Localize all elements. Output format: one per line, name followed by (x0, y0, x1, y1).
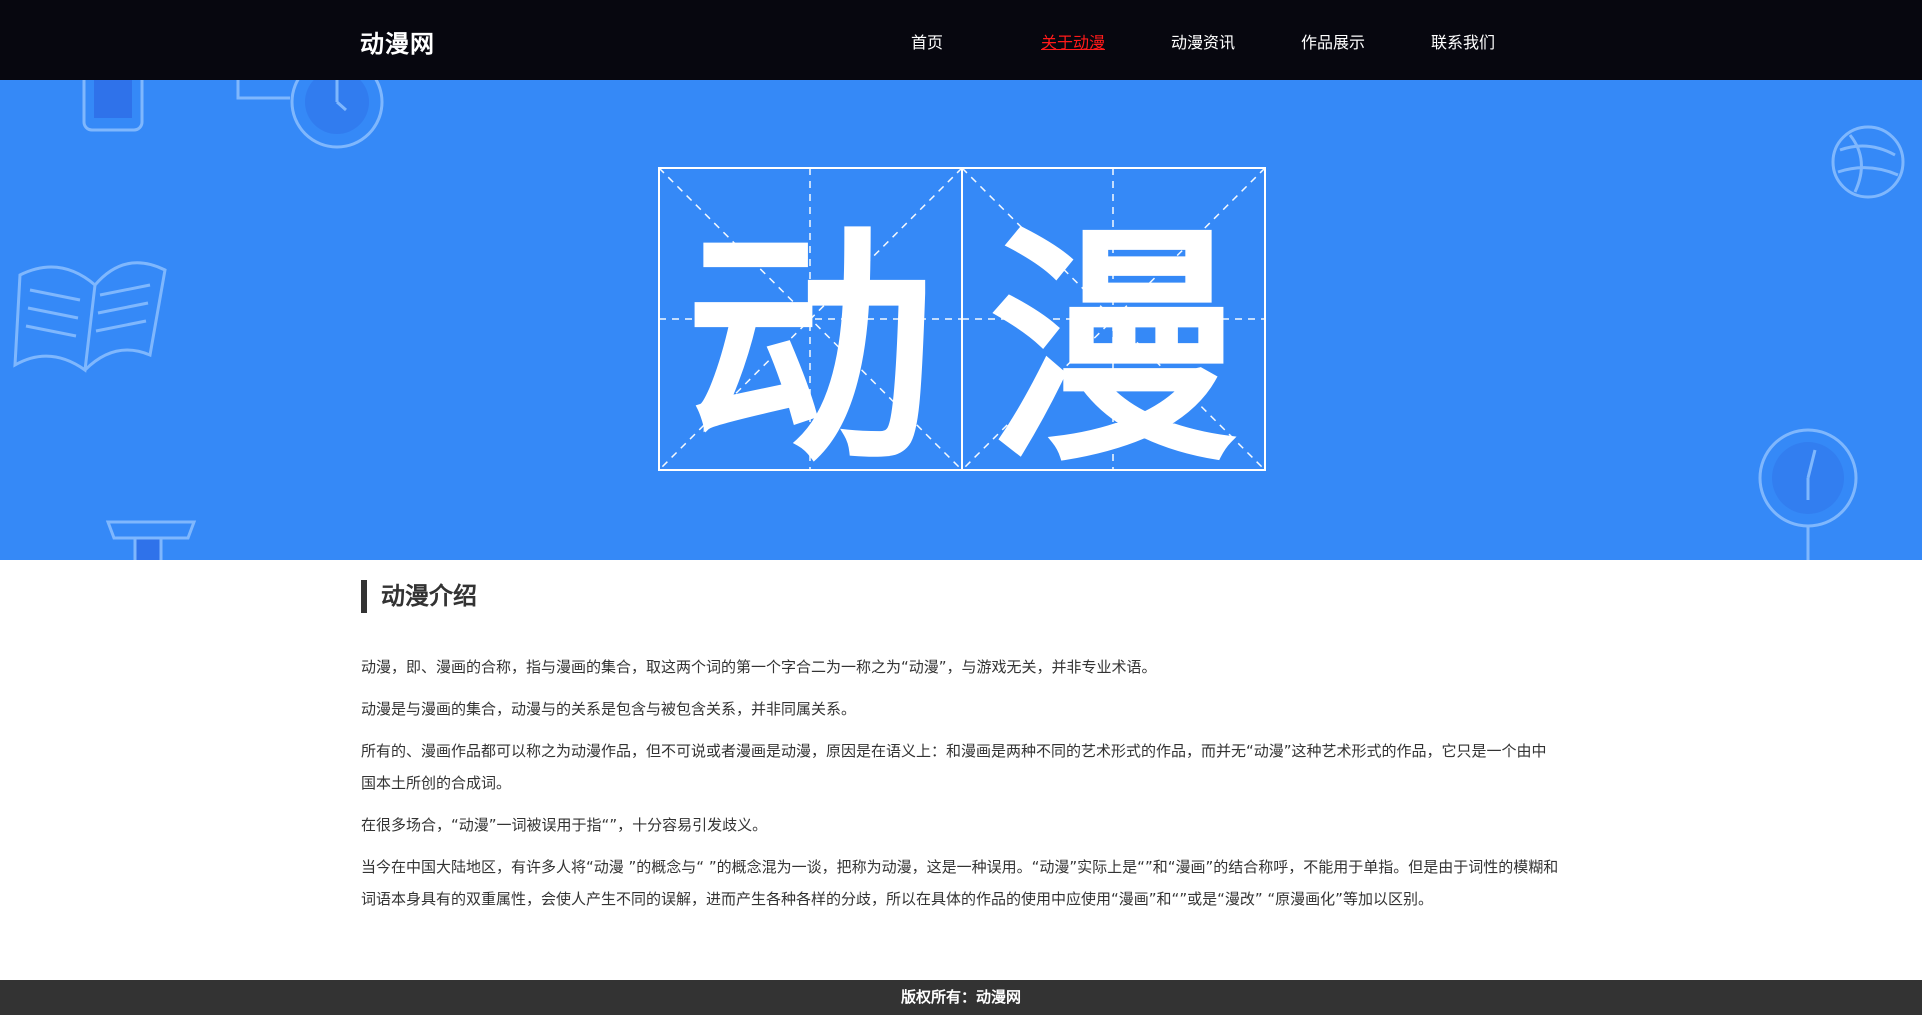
banner-decoration (13, 80, 1905, 560)
paragraph: 动漫是与漫画的集合，动漫与的关系是包含与被包含关系，并非同属关系。 (361, 700, 857, 718)
paragraph: 所有的、漫画作品都可以称之为动漫作品，但不可说或者漫画是动漫，原因是在语义上：和… (361, 742, 1547, 792)
book-doodle-icon (13, 261, 167, 373)
paragraph: 当今在中国大陆地区，有许多人将“动漫 ”的概念与“ ”的概念混为一谈，把称为动漫… (361, 858, 1559, 908)
nav-item-about-anime[interactable]: 关于动漫 (1041, 29, 1105, 53)
nav-item-anime-news[interactable]: 动漫资讯 (1171, 29, 1235, 53)
site-logo[interactable]: 动漫网 (360, 24, 435, 59)
banner-title-char-2: 漫 (988, 204, 1238, 495)
paragraph: 在很多场合，“动漫”一词被误用于指“”，十分容易引发歧义。 (361, 816, 768, 834)
section-heading: 动漫介绍 (361, 580, 477, 613)
top-navigation-bar: 动漫网 首页 关于动漫 动漫资讯 作品展示 联系我们 (0, 0, 1922, 80)
nav-item-works-showcase[interactable]: 作品展示 (1301, 29, 1365, 53)
hero-banner: 动 漫 (0, 80, 1922, 560)
nav-item-home[interactable]: 首页 (911, 29, 943, 53)
nav-item-contact-us[interactable]: 联系我们 (1431, 29, 1495, 53)
intro-paragraphs: 动漫，即、漫画的合称，指与漫画的集合，取这两个词的第一个字合二为一称之为“动漫”… (361, 651, 1561, 925)
globe-doodle-icon (1831, 125, 1905, 199)
paragraph: 动漫，即、漫画的合称，指与漫画的集合，取这两个词的第一个字合二为一称之为“动漫”… (361, 658, 1157, 676)
footer-copyright: 版权所有：动漫网 (0, 980, 1922, 1015)
banner-title-char-1: 动 (685, 204, 935, 495)
lamp-doodle-icon (105, 520, 197, 560)
